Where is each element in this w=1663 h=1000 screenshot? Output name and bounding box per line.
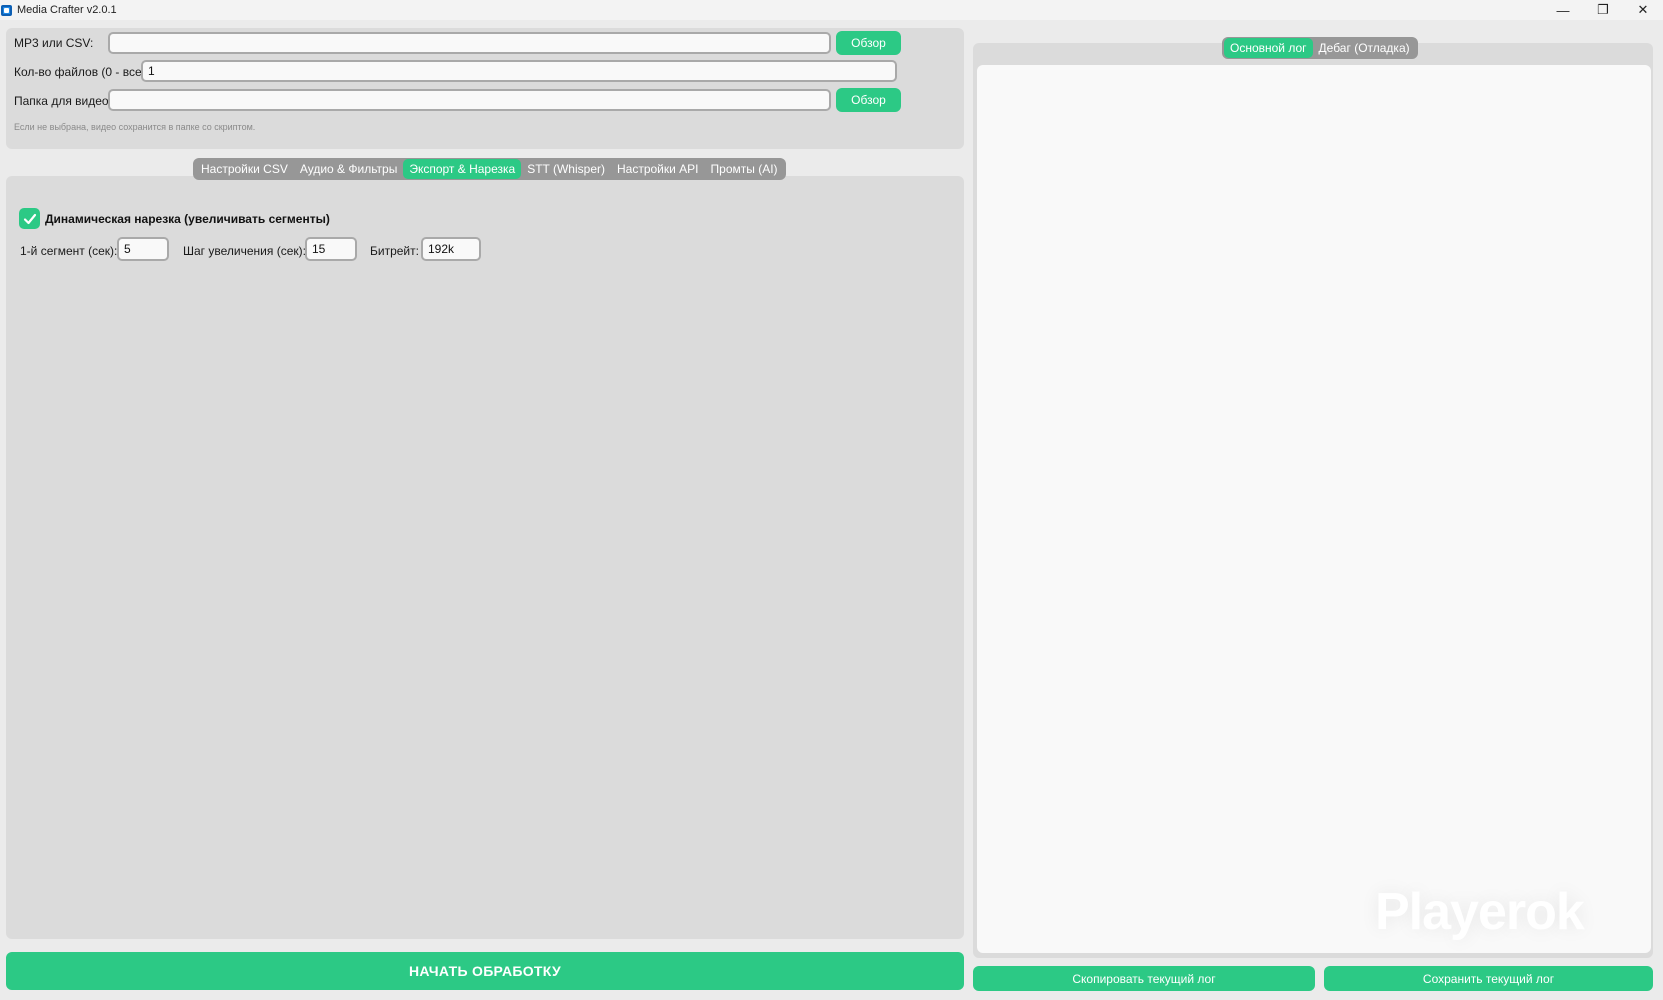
minimize-icon[interactable]: — [1543, 0, 1583, 20]
tab-stt-whisper[interactable]: STT (Whisper) [521, 159, 611, 179]
bitrate-label: Битрейт: [370, 244, 419, 258]
mp3-csv-input[interactable] [108, 32, 831, 54]
window-title: Media Crafter v2.0.1 [17, 4, 117, 16]
video-folder-hint: Если не выбрана, видео сохранится в папк… [14, 122, 256, 132]
tab-csv-settings[interactable]: Настройки CSV [195, 159, 294, 179]
video-folder-label: Папка для видео: [14, 94, 112, 108]
log-tabs: Основной лог Дебаг (Отладка) [1222, 37, 1418, 59]
settings-tabs-panel [6, 176, 964, 939]
files-count-label: Кол-во файлов (0 - все): [14, 65, 149, 79]
dynamic-cut-label: Динамическая нарезка (увеличивать сегмен… [45, 212, 330, 226]
tab-main-log[interactable]: Основной лог [1224, 38, 1313, 58]
save-log-button[interactable]: Сохранить текущий лог [1324, 966, 1653, 991]
step-label: Шаг увеличения (сек): [183, 244, 306, 258]
window-controls: — ❐ ✕ [1543, 0, 1663, 20]
tab-export-cutting[interactable]: Экспорт & Нарезка [403, 159, 522, 179]
restore-icon[interactable]: ❐ [1583, 0, 1623, 20]
settings-tabs: Настройки CSV Аудио & Фильтры Экспорт & … [193, 158, 786, 180]
copy-log-button[interactable]: Скопировать текущий лог [973, 966, 1315, 991]
first-segment-input[interactable] [117, 237, 169, 261]
tab-audio-filters[interactable]: Аудио & Фильтры [294, 159, 403, 179]
mp3-csv-label: MP3 или CSV: [14, 36, 94, 50]
step-input[interactable] [305, 237, 357, 261]
log-textbox[interactable] [977, 65, 1651, 953]
app-icon [1, 4, 12, 16]
close-icon[interactable]: ✕ [1623, 0, 1663, 20]
mp3-csv-browse-button[interactable]: Обзор [836, 31, 901, 55]
dynamic-cut-checkbox[interactable] [19, 208, 40, 229]
first-segment-label: 1-й сегмент (сек): [20, 244, 118, 258]
bitrate-input[interactable] [421, 237, 481, 261]
tab-debug-log[interactable]: Дебаг (Отладка) [1313, 38, 1416, 58]
tab-prompts-ai[interactable]: Промты (AI) [705, 159, 784, 179]
files-count-input[interactable] [141, 60, 897, 82]
video-folder-input[interactable] [108, 89, 831, 111]
tab-api-settings[interactable]: Настройки API [611, 159, 705, 179]
video-folder-browse-button[interactable]: Обзор [836, 88, 901, 112]
watermark: Playerok [1375, 883, 1585, 941]
start-processing-button[interactable]: НАЧАТЬ ОБРАБОТКУ [6, 952, 964, 990]
title-bar: Media Crafter v2.0.1 — ❐ ✕ [0, 0, 1663, 20]
checkmark-icon [23, 213, 36, 224]
